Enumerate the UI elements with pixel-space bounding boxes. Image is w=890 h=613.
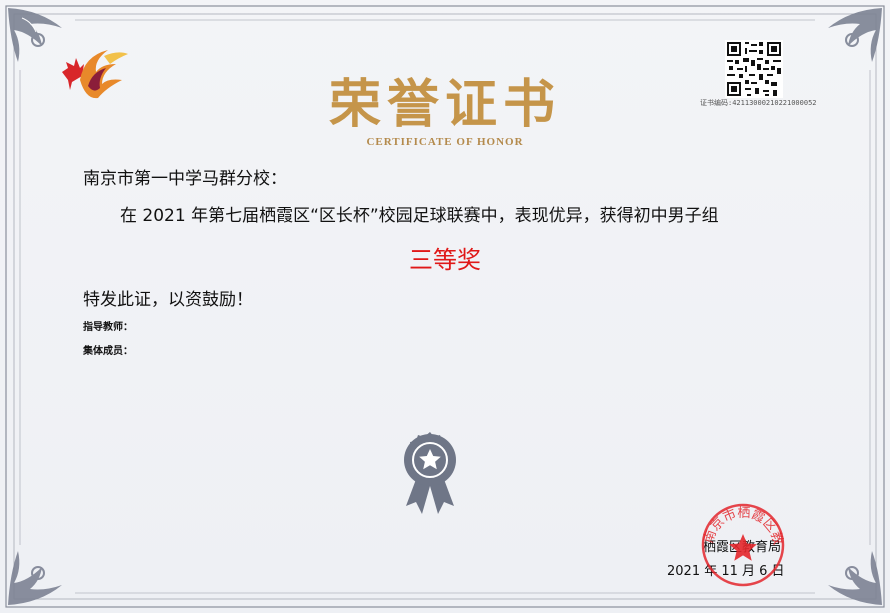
recipient-name: 南京市第一中学马群分校：	[83, 169, 287, 189]
corner-ornament-top-right	[828, 8, 882, 62]
award-description: 在 2021 年第七届栖霞区“区长杯”校园足球联赛中，表现优异，获得初中男子组	[120, 206, 719, 226]
certificate-number: 证书编码:42113000210221000052	[700, 99, 817, 107]
certificate-subtitle: CERTIFICATE OF HONOR	[366, 136, 524, 148]
members-label: 集体成员：	[83, 346, 133, 357]
corner-ornament-bottom-left	[8, 551, 62, 605]
star-medal-icon	[404, 432, 456, 514]
instructor-label: 指导教师：	[83, 322, 133, 333]
corner-ornament-top-left	[8, 8, 62, 62]
award-level: 三等奖	[409, 246, 481, 274]
qr-code-icon	[725, 40, 783, 98]
closing-statement: 特发此证，以资鼓励！	[83, 290, 253, 310]
corner-ornament-bottom-right	[828, 551, 882, 605]
certificate: 荣誉证书 CERTIFICATE OF HONOR 证书编码:421130002…	[0, 0, 890, 613]
official-seal-stamp: 南京市栖霞区教育局	[698, 500, 786, 587]
